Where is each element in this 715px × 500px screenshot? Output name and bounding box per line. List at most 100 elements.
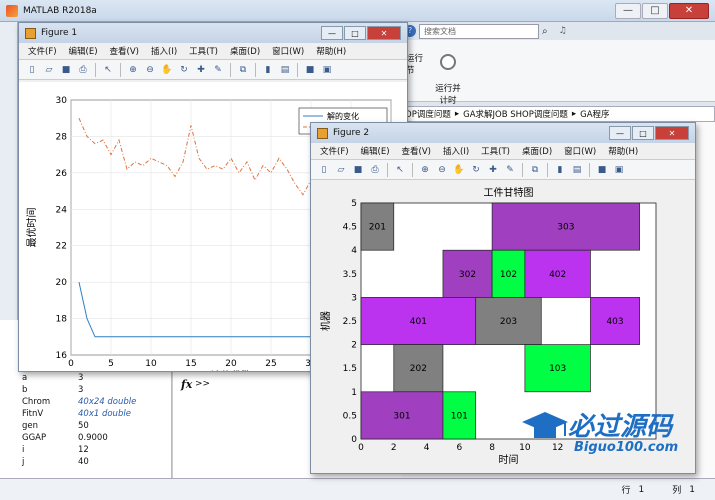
pointer-icon[interactable]: ↖	[101, 63, 115, 77]
bell-icon[interactable]: ♫	[559, 26, 567, 36]
figure1-minimize-button[interactable]: —	[321, 26, 343, 40]
figure2-minimize-button[interactable]: —	[609, 126, 631, 140]
chevron-right-icon: ▸	[454, 109, 460, 119]
toolbar-divider	[297, 62, 298, 77]
path-segment-1[interactable]: OP调度问题	[405, 108, 451, 120]
app-title: MATLAB R2018a	[23, 5, 97, 16]
menu-item[interactable]: 窗口(W)	[267, 45, 309, 57]
menu-item[interactable]: 编辑(E)	[356, 145, 395, 157]
data-cursor-icon[interactable]: ✚	[194, 63, 208, 77]
print-icon[interactable]: ⎙	[76, 63, 90, 77]
figure2-titlebar[interactable]: Figure 2 — □ ✕	[311, 123, 695, 143]
colorbar-icon[interactable]: ▮	[261, 63, 275, 77]
rotate-icon[interactable]: ↻	[469, 163, 483, 177]
show-plot-tools-icon[interactable]: ▣	[320, 63, 334, 77]
gantt-bar-label: 303	[557, 223, 574, 233]
gantt-bar-label: 101	[451, 411, 468, 421]
figure1-maximize-button[interactable]: □	[344, 26, 366, 40]
new-file-icon[interactable]: ▯	[25, 63, 39, 77]
menu-item[interactable]: 插入(I)	[438, 145, 474, 157]
figure1-close-button[interactable]: ✕	[367, 26, 401, 40]
minimize-button[interactable]: —	[615, 2, 641, 19]
hide-plot-tools-icon[interactable]: ■	[303, 63, 317, 77]
status-bar: 行 1 列 1	[0, 478, 715, 500]
menu-item[interactable]: 编辑(E)	[64, 45, 103, 57]
menu-item[interactable]: 工具(T)	[476, 145, 515, 157]
x-tick-label: 20	[225, 359, 237, 369]
zoom-in-icon[interactable]: ⊕	[126, 63, 140, 77]
run-time-label: 运行并 计时	[435, 84, 461, 106]
colorbar-icon[interactable]: ▮	[553, 163, 567, 177]
path-segment-3[interactable]: GA程序	[580, 108, 609, 120]
show-plot-tools-icon[interactable]: ▣	[612, 163, 626, 177]
table-row[interactable]: Chrom 40x24 double	[18, 396, 140, 408]
menu-item[interactable]: 查看(V)	[397, 145, 436, 157]
figure2-maximize-button[interactable]: □	[632, 126, 654, 140]
menu-item[interactable]: 查看(V)	[105, 45, 144, 57]
y-tick-label: 5	[351, 199, 357, 209]
table-row[interactable]: j 40	[18, 456, 140, 468]
menu-item[interactable]: 帮助(H)	[311, 45, 351, 57]
y-axis-label: 最优时间	[25, 208, 38, 248]
search-icon[interactable]: ⌕	[542, 26, 548, 37]
y-tick-label: 16	[56, 351, 68, 361]
table-row[interactable]: FitnV 40x1 double	[18, 408, 140, 420]
menu-item[interactable]: 文件(F)	[315, 145, 354, 157]
toolbar-divider	[547, 162, 548, 177]
brush-icon[interactable]: ✎	[211, 63, 225, 77]
open-folder-icon[interactable]: ▱	[42, 63, 56, 77]
figure2-close-button[interactable]: ✕	[655, 126, 689, 140]
quick-access-bar: ? 搜索文档 ⌕ ♫	[400, 22, 715, 40]
run-section-button[interactable]: 运行节	[406, 52, 430, 76]
zoom-out-icon[interactable]: ⊖	[435, 163, 449, 177]
save-icon[interactable]: ■	[59, 63, 73, 77]
y-tick-label: 2.5	[343, 317, 357, 327]
gantt-bar-label: 202	[410, 364, 427, 374]
x-tick-label: 5	[108, 359, 114, 369]
pointer-icon[interactable]: ↖	[393, 163, 407, 177]
data-cursor-icon[interactable]: ✚	[486, 163, 500, 177]
table-row[interactable]: gen 50	[18, 420, 140, 432]
link-icon[interactable]: ⧉	[528, 163, 542, 177]
figure1-titlebar[interactable]: Figure 1 — □ ✕	[19, 23, 407, 43]
path-segment-2[interactable]: GA求解JOB SHOP调度问题	[463, 108, 568, 120]
chart-title: 工件甘特图	[484, 186, 534, 199]
menu-item[interactable]: 帮助(H)	[603, 145, 643, 157]
y-tick-label: 4.5	[343, 223, 357, 233]
open-folder-icon[interactable]: ▱	[334, 163, 348, 177]
hide-plot-tools-icon[interactable]: ■	[595, 163, 609, 177]
pan-icon[interactable]: ✋	[160, 63, 174, 77]
table-row[interactable]: GGAP 0.9000	[18, 432, 140, 444]
legend-icon[interactable]: ▤	[570, 163, 584, 177]
x-tick-label: 25	[265, 359, 276, 369]
pan-icon[interactable]: ✋	[452, 163, 466, 177]
run-time-button[interactable]: 运行并 计时	[430, 44, 466, 106]
table-row[interactable]: b3	[18, 384, 140, 396]
close-button[interactable]: ✕	[669, 2, 709, 19]
zoom-in-icon[interactable]: ⊕	[418, 163, 432, 177]
toolbar-divider	[412, 162, 413, 177]
legend-label-best: 解的变化	[327, 111, 359, 121]
menu-item[interactable]: 桌面(D)	[517, 145, 557, 157]
table-row[interactable]: i 12	[18, 444, 140, 456]
table-row[interactable]: a3	[18, 372, 140, 384]
menu-item[interactable]: 文件(F)	[23, 45, 62, 57]
zoom-out-icon[interactable]: ⊖	[143, 63, 157, 77]
print-icon[interactable]: ⎙	[368, 163, 382, 177]
x-tick-label: 12	[552, 443, 563, 453]
link-icon[interactable]: ⧉	[236, 63, 250, 77]
save-icon[interactable]: ■	[351, 163, 365, 177]
menu-item[interactable]: 工具(T)	[184, 45, 223, 57]
x-axis-label: 时间	[499, 453, 519, 466]
menu-item[interactable]: 插入(I)	[146, 45, 182, 57]
menu-item[interactable]: 窗口(W)	[559, 145, 601, 157]
legend-icon[interactable]: ▤	[278, 63, 292, 77]
search-input[interactable]: 搜索文档	[419, 23, 539, 39]
rotate-icon[interactable]: ↻	[177, 63, 191, 77]
figure2-window[interactable]: Figure 2 — □ ✕ 文件(F) 编辑(E) 查看(V) 插入(I) 工具(T)…	[310, 122, 696, 474]
variable-name: GGAP	[22, 433, 47, 443]
new-file-icon[interactable]: ▯	[317, 163, 331, 177]
brush-icon[interactable]: ✎	[503, 163, 517, 177]
maximize-button[interactable]: □	[642, 2, 668, 19]
menu-item[interactable]: 桌面(D)	[225, 45, 265, 57]
